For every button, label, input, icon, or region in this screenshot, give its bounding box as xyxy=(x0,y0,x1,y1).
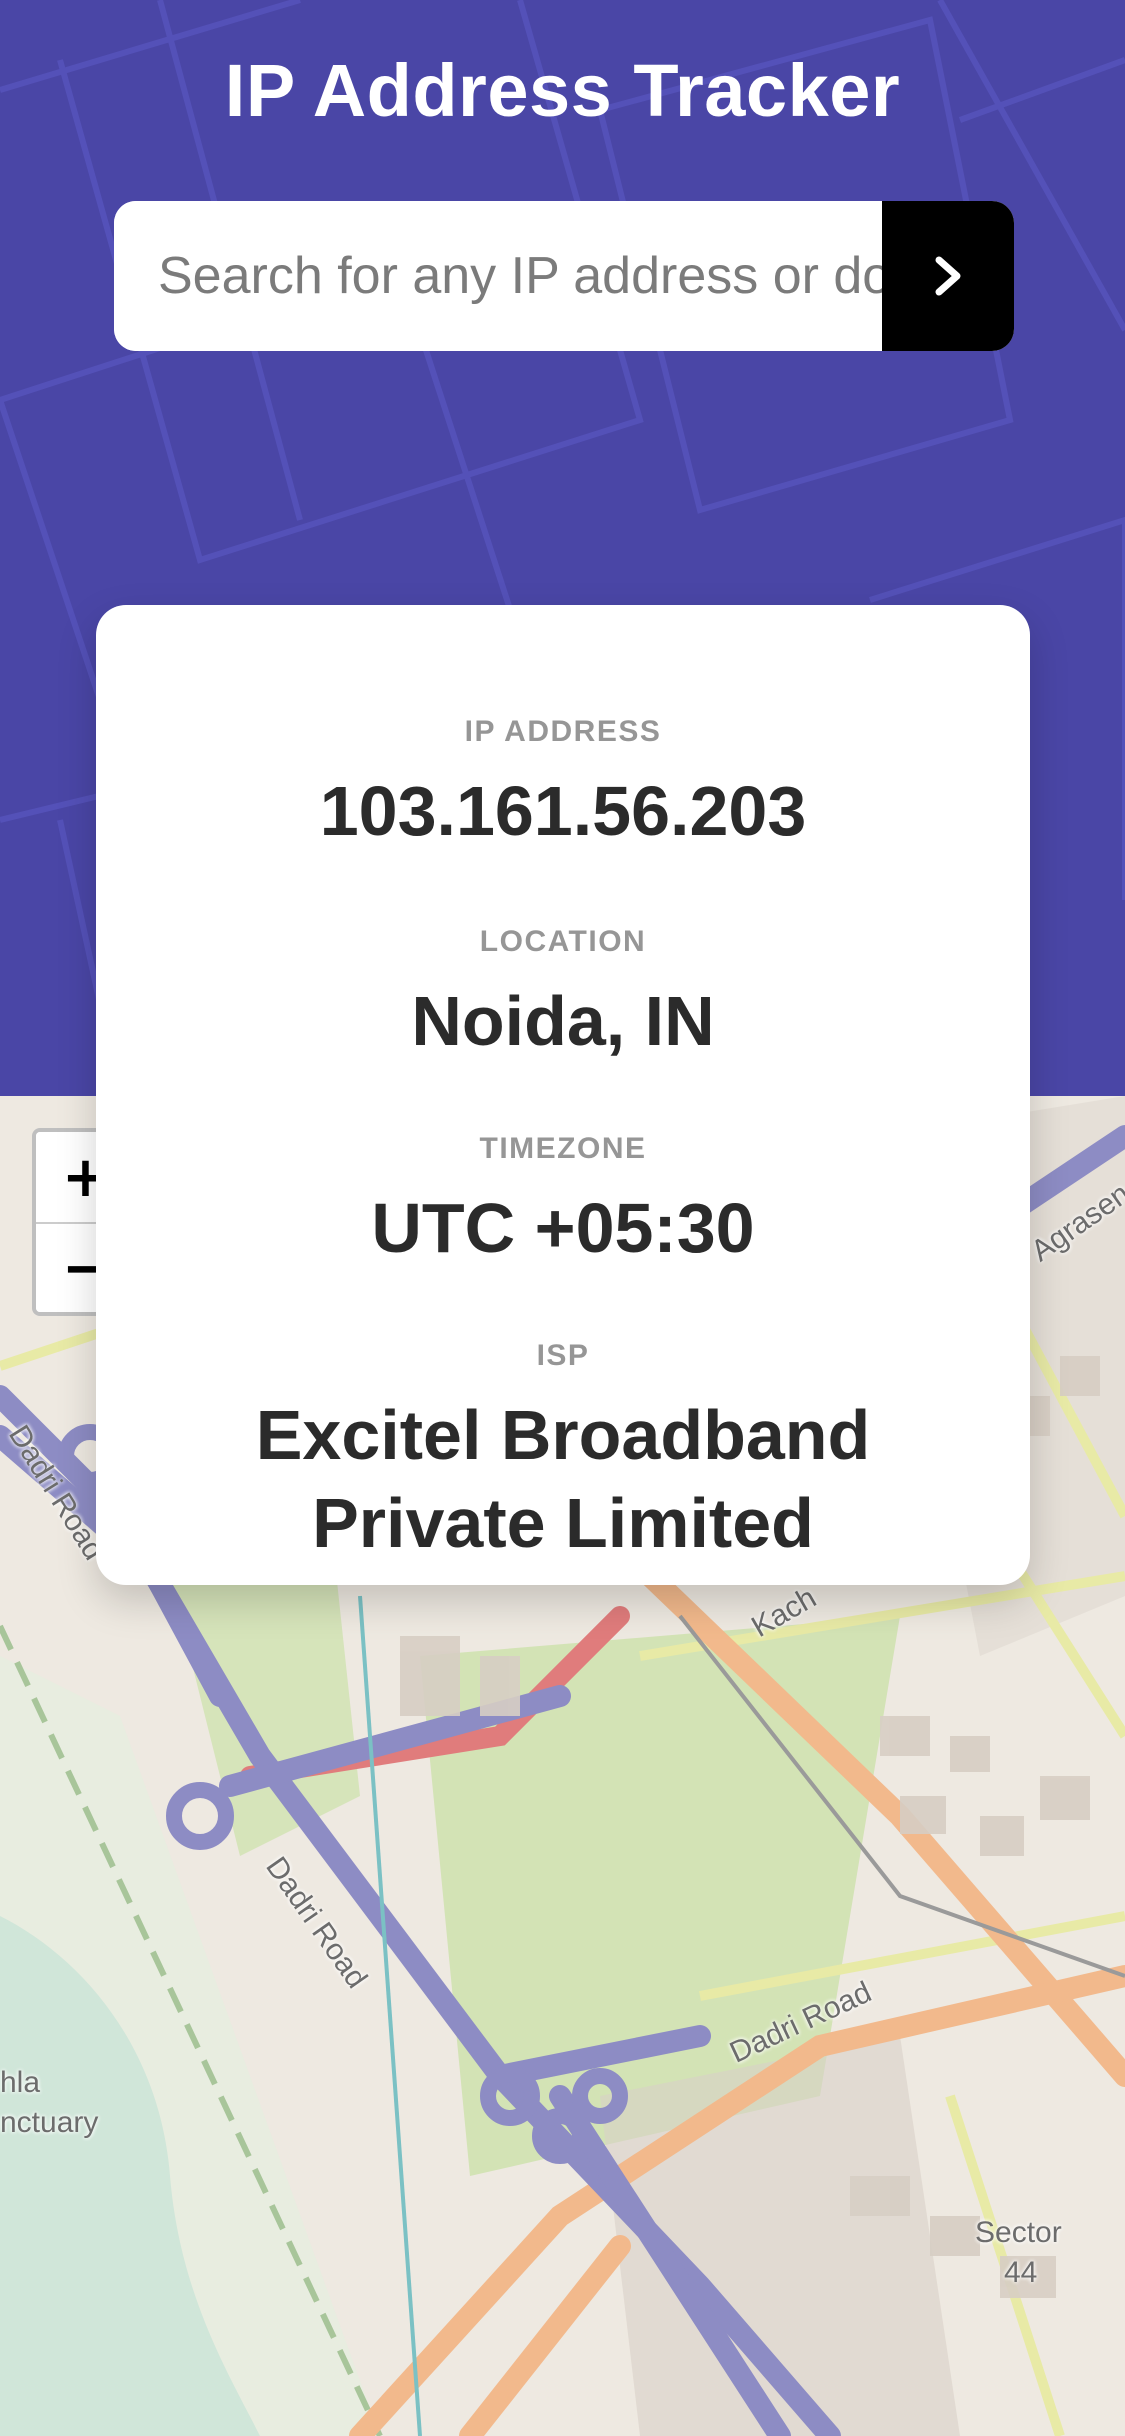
timezone-value: UTC +05:30 xyxy=(371,1189,755,1267)
ip-address-label: IP ADDRESS xyxy=(464,715,662,748)
chevron-right-icon xyxy=(935,256,961,296)
search-bar xyxy=(114,201,1014,351)
isp-value: Excitel Broadband Private Limited xyxy=(255,1396,871,1562)
timezone-label: TIMEZONE xyxy=(479,1132,647,1165)
ip-address-value: 103.161.56.203 xyxy=(319,772,807,850)
ip-info-card: IP ADDRESS 103.161.56.203 LOCATION Noida… xyxy=(96,605,1030,1585)
map-label-sector: 44 xyxy=(1004,2256,1038,2289)
map-label-sanctuary: nctuary xyxy=(0,2106,99,2139)
location-value: Noida, IN xyxy=(411,982,715,1060)
search-input[interactable] xyxy=(114,201,882,351)
map-label-sector: Sector xyxy=(975,2216,1062,2249)
page-title: IP Address Tracker xyxy=(224,49,901,132)
location-label: LOCATION xyxy=(479,925,647,958)
map-label-sanctuary: hla xyxy=(0,2066,41,2099)
search-submit-button[interactable] xyxy=(882,201,1014,351)
isp-label: ISP xyxy=(536,1339,590,1372)
